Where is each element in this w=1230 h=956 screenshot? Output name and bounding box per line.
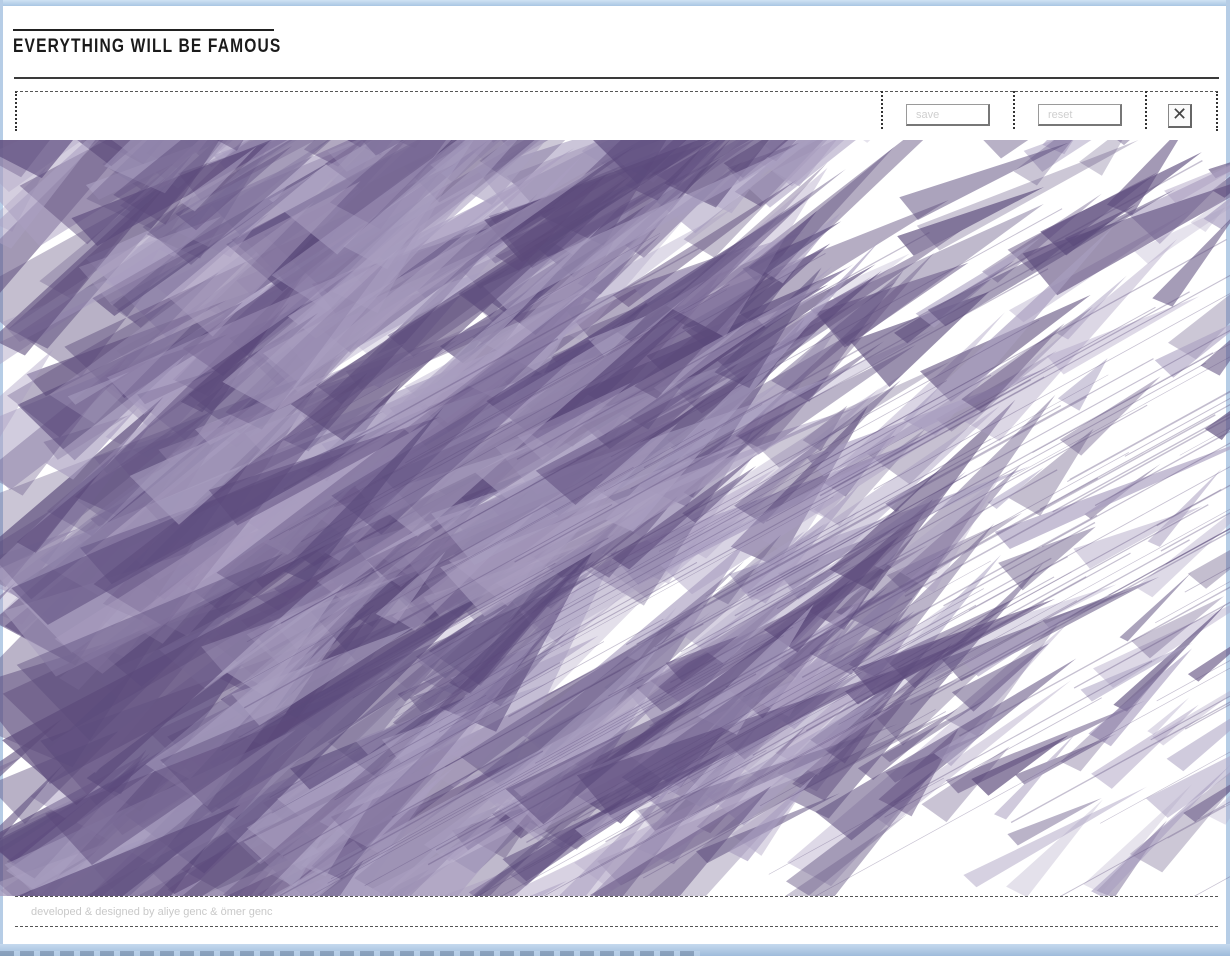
toolbar-separator [881,91,883,129]
art-triangle [1204,410,1230,440]
save-button[interactable]: save [906,104,990,126]
triangle-layer [0,140,1230,896]
toolbar-separator [1013,91,1015,129]
window-top-border [0,0,1230,6]
title-rule [13,29,274,31]
reset-button[interactable]: reset [1038,104,1122,126]
page-title: EVERYTHING WILL BE FAMOUS [13,36,282,57]
credits-text: developed & designed by aliye genc & öme… [31,906,273,918]
header-divider [14,77,1219,79]
generative-artwork-canvas[interactable] [0,140,1230,896]
footer-divider [15,926,1218,927]
toolbar-separator [1145,91,1147,129]
taskbar-strip [0,951,700,956]
close-icon[interactable]: ✕ [1168,104,1192,128]
footer-divider [15,896,1218,897]
